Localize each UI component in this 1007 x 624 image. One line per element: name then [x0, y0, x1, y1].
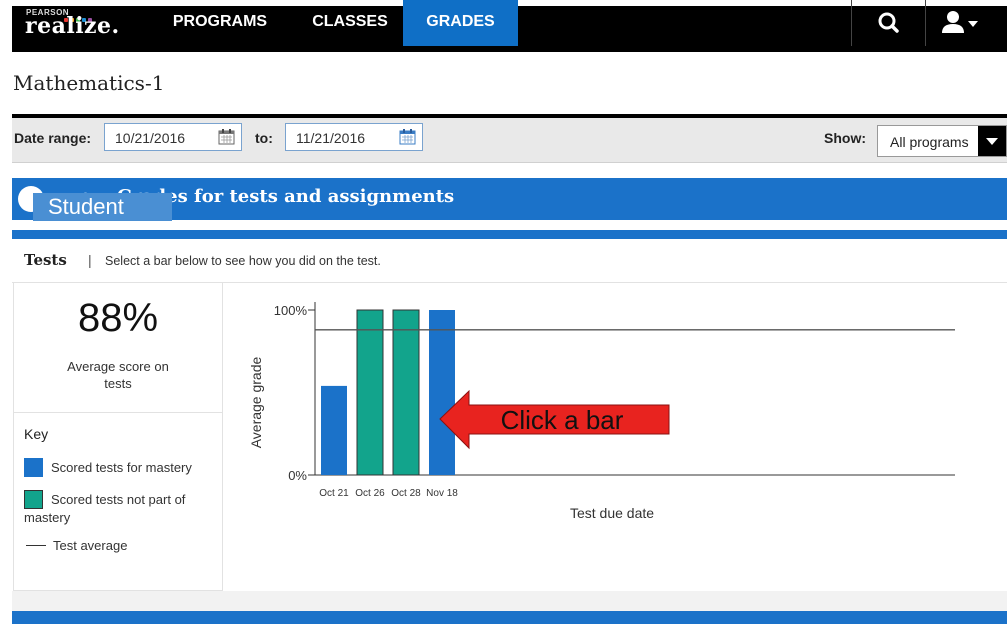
average-score-label: Average score on tests	[13, 358, 223, 392]
to-label: to:	[255, 130, 273, 146]
bar[interactable]	[392, 309, 420, 476]
realize-logo[interactable]: realize.	[25, 13, 120, 39]
key-divider	[14, 412, 222, 413]
key-title: Key	[24, 426, 49, 442]
y-tick-label: 100%	[274, 303, 308, 318]
end-date-value: 11/21/2016	[296, 130, 366, 146]
user-menu-icon	[942, 11, 978, 33]
banner-rule	[12, 230, 1007, 239]
grades-chart: 100% 0% Average grade Oct 21 Oct 26 Oct 28 Nov…	[248, 302, 955, 521]
dropdown-button[interactable]	[978, 126, 1006, 156]
calendar-icon[interactable]	[399, 128, 416, 145]
mastery-swatch	[24, 458, 43, 477]
student-overlay-tag: Student	[33, 193, 172, 221]
date-range-label: Date range:	[14, 130, 92, 146]
x-tick-label: Nov 18	[426, 488, 458, 499]
x-axis-title: Test due date	[570, 505, 654, 521]
bar[interactable]	[356, 309, 384, 476]
panel-footer	[12, 591, 1007, 611]
callout-text: Click a bar	[501, 405, 624, 435]
start-date-value: 10/21/2016	[115, 130, 186, 146]
tab-programs[interactable]: PROGRAMS	[155, 0, 285, 46]
key-mastery-label: Scored tests for mastery	[51, 460, 192, 475]
next-section-banner	[12, 611, 1007, 624]
key-test-average-label: Test average	[53, 538, 128, 553]
program-select-value: All programs	[890, 134, 969, 150]
tab-classes[interactable]: CLASSES	[295, 0, 405, 46]
tests-separator: |	[88, 252, 92, 268]
average-score: 88%	[77, 296, 159, 340]
show-label: Show:	[824, 130, 866, 146]
program-select[interactable]: All programs	[877, 125, 1007, 157]
tab-grades[interactable]: GRADES	[403, 0, 518, 46]
x-tick-label: Oct 21	[319, 488, 349, 499]
y-tick-label: 0%	[288, 468, 307, 483]
end-date-field[interactable]: 11/21/2016	[285, 123, 423, 151]
not-mastery-swatch	[24, 490, 43, 509]
tests-instruction: Select a bar below to see how you did on…	[105, 254, 381, 268]
bar[interactable]	[321, 385, 347, 475]
search-button[interactable]	[851, 0, 926, 46]
start-date-field[interactable]: 10/21/2016	[104, 123, 242, 151]
y-axis-title: Average grade	[248, 356, 264, 448]
chevron-down-icon	[986, 138, 998, 145]
user-menu-button[interactable]	[925, 0, 996, 46]
page-title: Mathematics-1	[13, 71, 165, 95]
key-not-mastery-label: Scored tests not part of	[51, 492, 186, 507]
search-icon	[878, 12, 899, 33]
test-average-line-swatch	[26, 545, 46, 546]
calendar-icon[interactable]	[218, 128, 235, 145]
x-tick-label: Oct 28	[391, 488, 421, 499]
tests-title: Tests	[24, 251, 67, 269]
x-tick-label: Oct 26	[355, 488, 385, 499]
key-not-mastery-label-cont: mastery	[24, 510, 71, 525]
bar[interactable]	[429, 310, 455, 475]
average-score-label-text: Average score on tests	[67, 359, 169, 391]
